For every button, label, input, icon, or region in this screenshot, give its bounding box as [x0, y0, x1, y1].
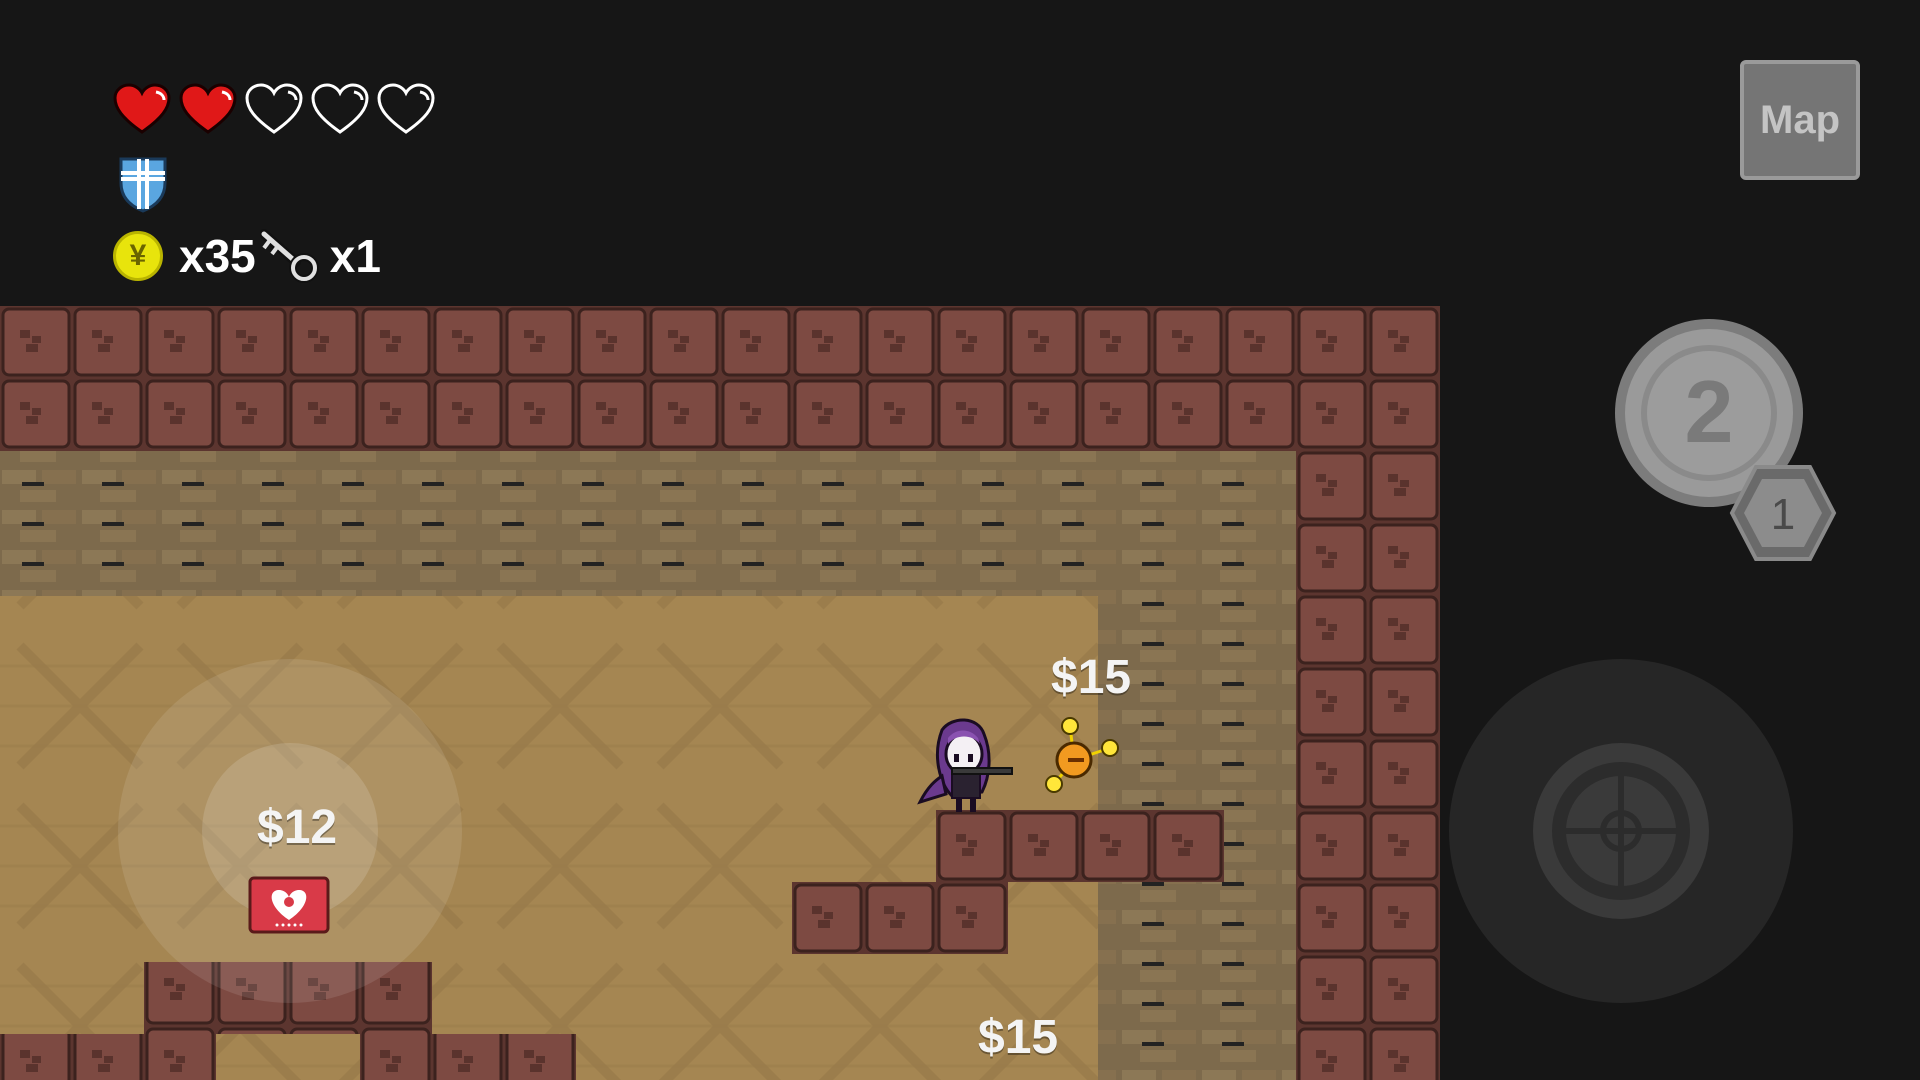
coin-icon: ¥ — [113, 231, 163, 281]
health-bar — [112, 82, 436, 136]
heart-full-icon — [113, 83, 171, 134]
heart-container-item[interactable] — [248, 876, 330, 934]
coin-count: x35 — [179, 230, 256, 282]
key-icon — [259, 229, 319, 283]
shop-price-heart: $12 — [257, 801, 338, 854]
key-count: x1 — [329, 230, 381, 282]
skill-level: 2 — [1685, 362, 1734, 461]
skill-charges: 1 — [1771, 490, 1795, 539]
shield-cross-icon — [119, 157, 167, 213]
aim-joystick[interactable] — [1446, 656, 1796, 1006]
skill-charge-badge: 1 — [1729, 465, 1837, 561]
map-button[interactable]: Map — [1740, 60, 1860, 180]
shop-price-bottom: $15 — [978, 1011, 1059, 1064]
orb-pet-item[interactable] — [1040, 716, 1122, 798]
heart-empty-icon — [245, 83, 303, 134]
heart-full-icon — [179, 83, 237, 134]
heart-empty-icon — [311, 83, 369, 134]
player-character — [917, 718, 1013, 812]
currency-row: ¥ x35 x1 — [113, 228, 381, 284]
map-button-label: Map — [1760, 97, 1840, 142]
heart-empty-icon — [377, 83, 435, 134]
shop-price-orb: $15 — [1051, 651, 1132, 704]
